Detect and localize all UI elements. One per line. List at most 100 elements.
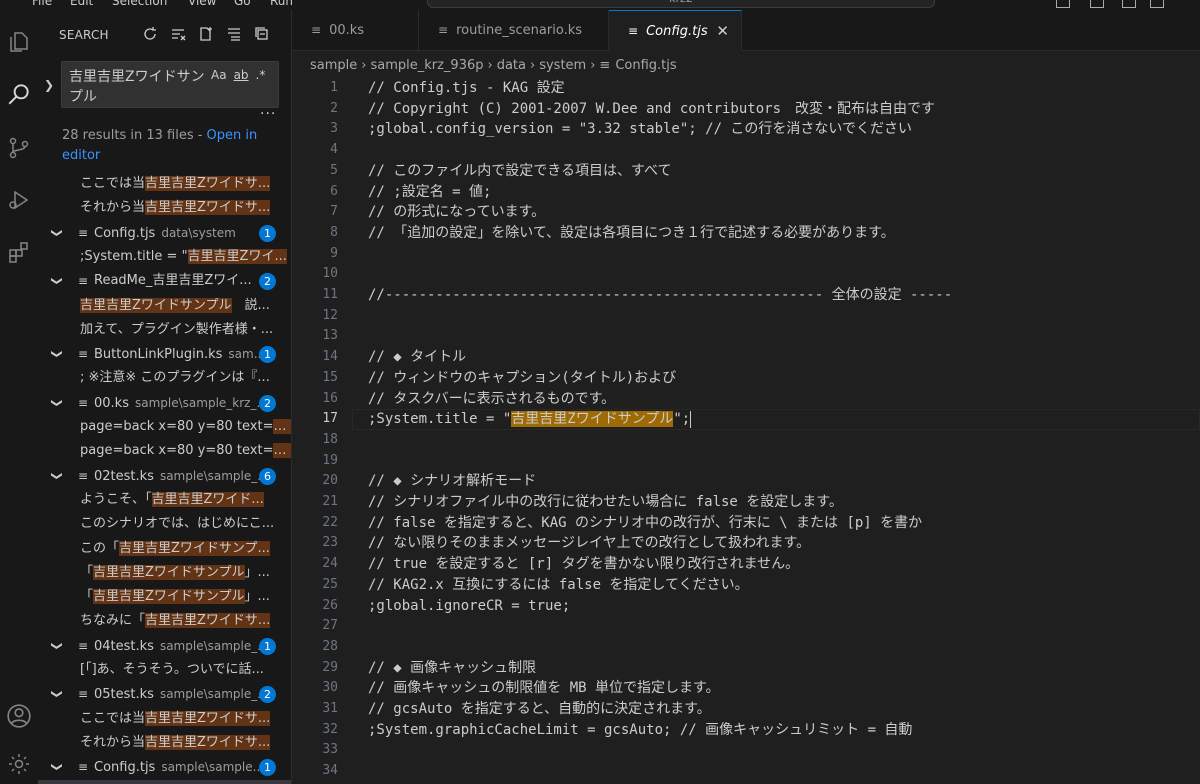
chevron-down-icon[interactable]: ❯ (45, 690, 69, 699)
result-file-row[interactable]: ❯ ≡ 04test.ks sample\sample_... 1 (38, 634, 291, 658)
code-line[interactable]: // gcsAuto を指定すると、自動的に決定されます。 (368, 699, 1198, 720)
menu-edit[interactable]: Edit (70, 0, 93, 8)
result-file-row[interactable]: ❯ ≡ ReadMe_吉里吉里Zワイ... 2 (38, 269, 291, 293)
code-line[interactable]: // ウィンドウのキャプション(タイトル)および (368, 368, 1198, 389)
breadcrumb-item[interactable]: sample_krz_936p (370, 58, 483, 73)
code-line[interactable] (368, 264, 1198, 285)
result-match-row[interactable]: ここでは当吉里吉里Zワイドサ... (38, 707, 291, 731)
result-match-row[interactable]: ;System.title = "吉里吉里... ✕ (38, 779, 291, 784)
code-line[interactable]: // ◆ シナリオ解析モード (368, 471, 1198, 492)
result-match-row[interactable]: ;System.title = "吉里吉里Zワイ... (38, 245, 291, 269)
refresh-icon[interactable] (142, 26, 158, 42)
result-match-row[interactable]: page=back x=80 y=80 text=吉... (38, 415, 291, 439)
code-line[interactable] (368, 451, 1198, 472)
code-line[interactable]: // 「追加の設定」を除いて、設定は各項目につき１行で記述する必要があります。 (368, 223, 1198, 244)
code-line[interactable] (368, 244, 1198, 265)
chevron-down-icon[interactable]: ❯ (45, 398, 69, 407)
code-line[interactable] (368, 326, 1198, 347)
extensions-icon[interactable] (0, 232, 38, 272)
tab-config-tjs[interactable]: ≡ Config.tjs ✕ (609, 10, 742, 51)
code-line[interactable]: // Config.tjs - KAG 設定 (368, 78, 1198, 99)
code-line[interactable]: // false を指定すると、KAG のシナリオ中の改行が、行末に \ または… (368, 513, 1198, 534)
command-center[interactable]: krz2 (427, 0, 935, 8)
menu-go[interactable]: Go (234, 0, 251, 8)
result-file-row[interactable]: ❯ ≡ 00.ks sample\sample_krz_... 2 (38, 391, 291, 415)
search-icon[interactable] (0, 74, 38, 114)
use-regex-toggle[interactable]: .* (256, 68, 266, 82)
breadcrumb-item[interactable]: sample (310, 58, 357, 73)
code-line[interactable]: //--------------------------------------… (368, 285, 1198, 306)
chevron-down-icon[interactable]: ❯ (45, 228, 69, 237)
code-line[interactable]: // 画像キャッシュの制限値を MB 単位で指定します。 (368, 678, 1198, 699)
close-tab-icon[interactable]: ✕ (716, 11, 729, 52)
code-line[interactable] (368, 430, 1198, 451)
chevron-down-icon[interactable]: ❯ (45, 763, 69, 772)
code-line[interactable] (368, 637, 1198, 658)
search-details-icon[interactable]: ··· (260, 106, 276, 122)
result-match-row[interactable]: 加えて、プラグイン製作者様・... (38, 318, 291, 342)
result-match-row[interactable]: ; ※注意※ このプラグインは『... (38, 366, 291, 390)
result-match-row[interactable]: このシナリオでは、はじめにこ... (38, 512, 291, 536)
result-file-row[interactable]: ❯ ≡ 05test.ks sample\sample_... 2 (38, 682, 291, 706)
code-line[interactable]: // KAG2.x 互換にするには false を指定してください。 (368, 575, 1198, 596)
menu-run[interactable]: Run (270, 0, 293, 8)
code-line[interactable]: // ◆ 画像キャッシュ制限 (368, 658, 1198, 679)
toggle-secondary-icon[interactable] (1090, 0, 1104, 8)
result-match-row[interactable]: ようこそ、「吉里吉里Zワイド... (38, 488, 291, 512)
code-line[interactable] (368, 306, 1198, 327)
menu-file[interactable]: File (32, 0, 52, 8)
result-match-row[interactable]: 「吉里吉里Zワイドサンプル」... (38, 585, 291, 609)
code-line[interactable]: ;global.ignoreCR = true; (368, 596, 1198, 617)
explorer-icon[interactable] (0, 22, 38, 62)
manage-gear-icon[interactable] (0, 744, 38, 784)
result-match-row[interactable]: ちなみに「吉里吉里Zワイドサ... (38, 609, 291, 633)
result-file-row[interactable]: ❯ ≡ Config.tjs data\system 1 (38, 221, 291, 245)
code-line[interactable]: // の形式になっています。 (368, 202, 1198, 223)
result-file-row[interactable]: ❯ ≡ 02test.ks sample\sample_... 6 (38, 464, 291, 488)
code-line[interactable]: // ない限りそのままメッセージレイヤ上での改行として扱われます。 (368, 533, 1198, 554)
layout-icon[interactable] (1122, 0, 1136, 8)
result-match-row[interactable]: それから当吉里吉里Zワイドサ... (38, 731, 291, 755)
result-match-row[interactable]: 吉里吉里Zワイドサンプル 説... (38, 294, 291, 318)
code-line[interactable]: // シナリオファイル中の改行に従わせたい場合に false を設定します。 (368, 492, 1198, 513)
code-line[interactable] (368, 616, 1198, 637)
run-debug-icon[interactable] (0, 180, 38, 220)
customize-layout-icon[interactable] (1150, 0, 1164, 8)
code-line[interactable] (368, 140, 1198, 161)
tab-routine-scenario[interactable]: ≡ routine_scenario.ks (419, 10, 609, 51)
source-control-icon[interactable] (0, 128, 38, 168)
code-line[interactable] (368, 761, 1198, 782)
chevron-down-icon[interactable]: ❯ (45, 471, 69, 480)
match-case-toggle[interactable]: Aa (211, 68, 227, 82)
match-whole-word-toggle[interactable]: ab (234, 68, 249, 82)
breadcrumb-item[interactable]: data (497, 58, 526, 73)
breadcrumb-item[interactable]: system (539, 58, 586, 73)
chevron-down-icon[interactable]: ❯ (45, 641, 69, 650)
chevron-down-icon[interactable]: ❯ (45, 349, 69, 358)
code-line[interactable]: // ;設定名 = 値; (368, 182, 1198, 203)
code-line[interactable]: // Copyright (C) 2001-2007 W.Dee and con… (368, 99, 1198, 120)
collapse-all-icon[interactable] (254, 26, 270, 42)
search-query-text[interactable]: 吉里吉里Zワイドサンプル (69, 67, 209, 107)
menu-view[interactable]: View (188, 0, 216, 8)
clear-results-icon[interactable] (170, 26, 186, 42)
breadcrumb-item[interactable]: Config.tjs (615, 58, 676, 73)
result-match-row[interactable]: page=back x=80 y=80 text=吉... (38, 439, 291, 463)
code-line[interactable] (368, 740, 1198, 761)
result-match-row[interactable]: この「吉里吉里Zワイドサンプ... (38, 537, 291, 561)
chevron-down-icon[interactable]: ❯ (45, 277, 69, 286)
code-line[interactable]: // ◆ タイトル (368, 347, 1198, 368)
dismiss-result-icon[interactable]: ✕ (260, 780, 271, 784)
result-match-row[interactable]: ここでは当吉里吉里Zワイドサ... (38, 172, 291, 196)
result-file-row[interactable]: ❯ ≡ Config.tjs sample\sample... 1 (38, 755, 291, 779)
result-match-row[interactable]: 「吉里吉里Zワイドサンプル」... (38, 561, 291, 585)
account-icon[interactable] (0, 696, 38, 736)
view-as-tree-icon[interactable] (226, 26, 242, 42)
code-line[interactable]: ;global.config_version = "3.32 stable"; … (368, 119, 1198, 140)
code-line[interactable]: // このファイル内で設定できる項目は、すべて (368, 161, 1198, 182)
result-match-row[interactable]: それから当吉里吉里Zワイドサ... (38, 196, 291, 220)
code-line[interactable]: ;System.graphicCacheLimit = gcsAuto; // … (368, 720, 1198, 741)
new-search-editor-icon[interactable] (198, 26, 214, 42)
result-file-row[interactable]: ❯ ≡ ButtonLinkPlugin.ks sam... 1 (38, 342, 291, 366)
toggle-panel-icon[interactable] (1056, 0, 1070, 8)
